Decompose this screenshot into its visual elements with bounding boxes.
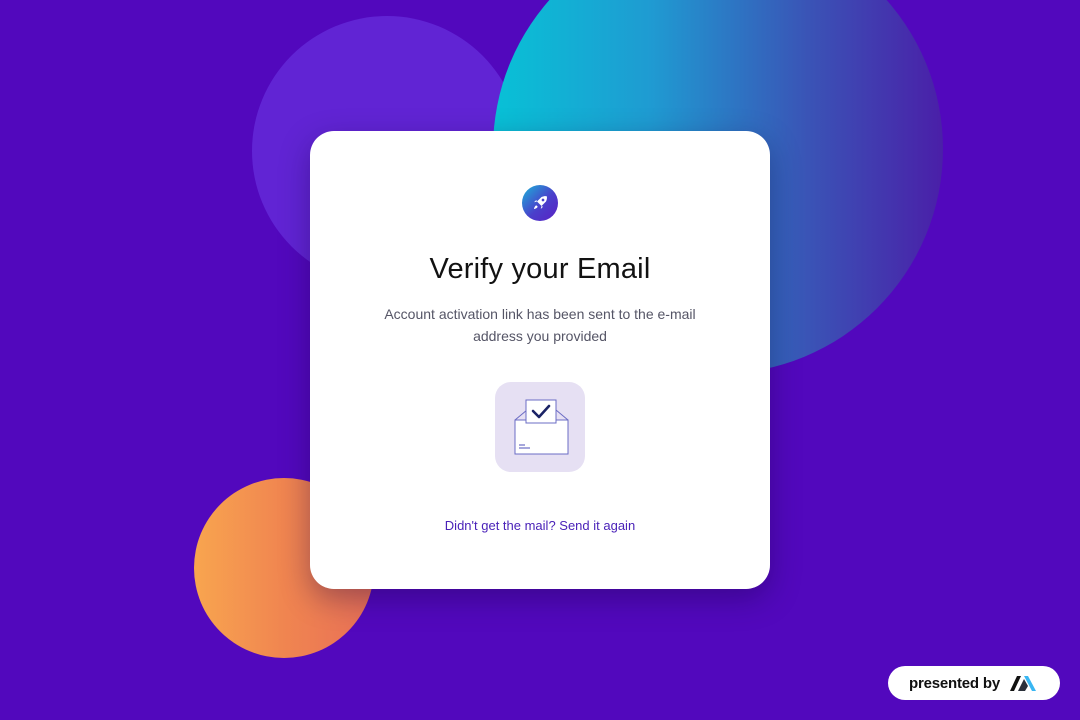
envelope-check-icon — [495, 382, 585, 472]
rocket-icon — [522, 185, 558, 221]
activation-message: Account activation link has been sent to… — [384, 306, 696, 344]
verify-email-card: Verify your Email Account activation lin… — [310, 131, 770, 589]
presented-by-badge[interactable]: presented by — [888, 666, 1060, 700]
presented-by-label: presented by — [909, 674, 1000, 692]
brand-m-logo — [1009, 674, 1037, 692]
resend-email-link[interactable]: Didn't get the mail? Send it again — [310, 518, 770, 533]
page-title: Verify your Email — [429, 253, 651, 285]
